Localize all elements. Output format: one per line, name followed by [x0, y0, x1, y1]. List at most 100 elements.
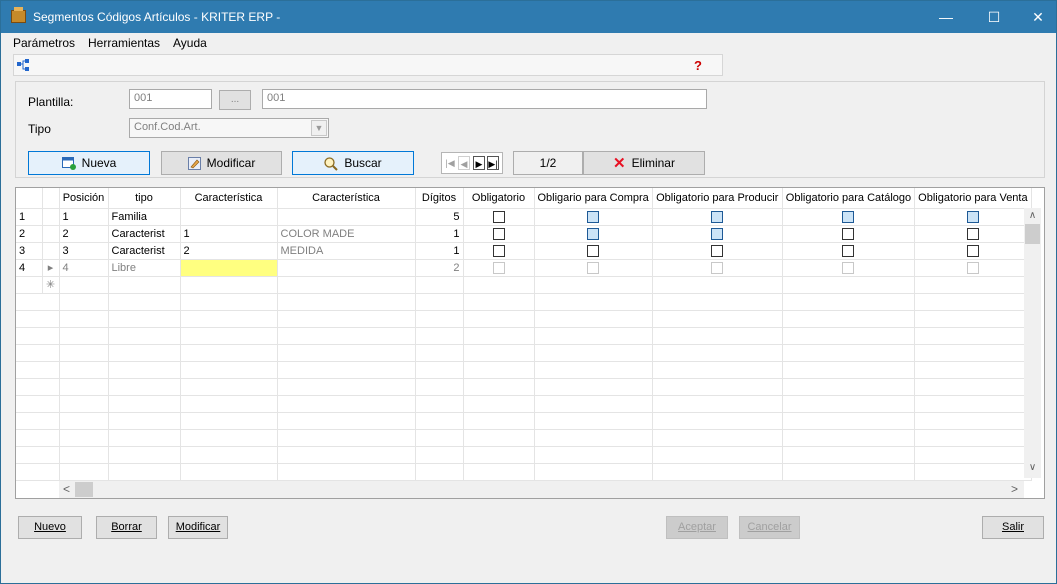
cell-caracteristica-desc[interactable]: MEDIDA: [277, 242, 416, 260]
horizontal-scroll-thumb[interactable]: [75, 482, 93, 497]
modificar-label: Modificar: [206, 156, 256, 170]
previous-record-icon[interactable]: ◀: [458, 156, 470, 170]
table-row[interactable]: 1 1 Familia 5: [16, 208, 1032, 226]
col-obligatorio-venta-header[interactable]: Obligatorio para Venta: [914, 188, 1032, 209]
cell-posicion[interactable]: 3: [59, 242, 109, 260]
col-digitos-header[interactable]: Dígitos: [415, 188, 464, 209]
obligatorio-compra-checkbox[interactable]: [587, 261, 600, 274]
row-marker: [42, 225, 60, 243]
close-button[interactable]: ✕: [1015, 1, 1057, 33]
col-tipo-header[interactable]: tipo: [108, 188, 181, 209]
cell-tipo[interactable]: Familia: [108, 208, 181, 226]
obligatorio-compra-checkbox[interactable]: [587, 244, 600, 257]
obligatorio-catalogo-checkbox[interactable]: [842, 261, 855, 274]
tipo-select-value: Conf.Cod.Art.: [134, 121, 201, 133]
salir-button[interactable]: Salir: [982, 516, 1044, 539]
maximize-button[interactable]: ☐: [971, 1, 1017, 33]
cell-tipo[interactable]: Caracterist: [108, 225, 181, 243]
col-caracteristica-desc-header[interactable]: Característica: [277, 188, 416, 209]
col-obligatorio-producir-header[interactable]: Obligatorio para Producir: [652, 188, 783, 209]
cell-caracteristica-code[interactable]: [180, 259, 278, 277]
obligatorio-venta-checkbox[interactable]: [966, 261, 979, 274]
cell-posicion[interactable]: 4: [59, 259, 109, 277]
obligatorio-compra-checkbox[interactable]: [587, 227, 600, 240]
cell-caracteristica-desc[interactable]: COLOR MADE: [277, 225, 416, 243]
cell-caracteristica-desc[interactable]: [277, 208, 416, 226]
menu-herramientas[interactable]: Herramientas: [88, 36, 160, 50]
table-row[interactable]: 3 3 Caracterist 2 MEDIDA 1: [16, 242, 1032, 260]
cell-digitos[interactable]: 1: [415, 225, 464, 243]
title-bar[interactable]: Segmentos Códigos Artículos - KRITER ERP…: [1, 1, 1056, 33]
col-obligatorio-compra-header[interactable]: Obligario para Compra: [534, 188, 653, 209]
obligatorio-checkbox[interactable]: [492, 227, 505, 240]
cell-tipo[interactable]: Caracterist: [108, 242, 181, 260]
chevron-down-icon[interactable]: ▼: [311, 120, 327, 136]
table-row[interactable]: 4 ▸ 4 Libre 2: [16, 259, 1032, 277]
salir-label: Salir: [1001, 521, 1024, 533]
obligatorio-producir-checkbox[interactable]: [711, 210, 724, 223]
cancelar-button[interactable]: Cancelar: [739, 516, 800, 539]
obligatorio-catalogo-checkbox[interactable]: [842, 227, 855, 240]
table-row[interactable]: 2 2 Caracterist 1 COLOR MADE 1: [16, 225, 1032, 243]
plantilla-description-field[interactable]: 001: [262, 89, 707, 109]
nuevo-button[interactable]: Nuevo: [18, 516, 82, 539]
cell-posicion[interactable]: 1: [59, 208, 109, 226]
plantilla-code-field[interactable]: 001: [129, 89, 212, 109]
col-caracteristica-code-header[interactable]: Característica: [180, 188, 278, 209]
scroll-down-icon[interactable]: ∨: [1024, 462, 1041, 473]
eliminar-button[interactable]: ✕ Eliminar: [583, 151, 705, 175]
cell-digitos[interactable]: 2: [415, 259, 464, 277]
cell-digitos[interactable]: 1: [415, 242, 464, 260]
minimize-button[interactable]: —: [923, 1, 969, 33]
borrar-button[interactable]: Borrar: [96, 516, 157, 539]
obligatorio-catalogo-checkbox[interactable]: [842, 244, 855, 257]
obligatorio-venta-checkbox[interactable]: [966, 210, 979, 223]
col-obligatorio-catalogo-header[interactable]: Obligatorio para Catálogo: [782, 188, 916, 209]
col-obligatorio-header[interactable]: Obligatorio: [463, 188, 535, 209]
obligatorio-producir-checkbox[interactable]: [711, 244, 724, 257]
cell-tipo[interactable]: Libre: [108, 259, 181, 277]
menu-parametros[interactable]: Parámetros: [13, 36, 75, 50]
cell-digitos[interactable]: 5: [415, 208, 464, 226]
row-index: 4: [16, 259, 43, 277]
help-icon[interactable]: ?: [694, 58, 702, 73]
obligatorio-venta-checkbox[interactable]: [966, 227, 979, 240]
row-index: 2: [16, 225, 43, 243]
vertical-scrollbar[interactable]: ∧ ∨: [1024, 208, 1041, 478]
col-posicion-header[interactable]: Posición: [59, 188, 109, 209]
tree-structure-icon[interactable]: [17, 59, 29, 71]
tipo-select[interactable]: Conf.Cod.Art. ▼: [129, 118, 329, 138]
obligatorio-catalogo-checkbox[interactable]: [842, 210, 855, 223]
menu-ayuda[interactable]: Ayuda: [173, 36, 207, 50]
obligatorio-producir-checkbox[interactable]: [711, 261, 724, 274]
scroll-left-icon[interactable]: <: [63, 482, 70, 496]
plantilla-browse-button[interactable]: ...: [219, 90, 251, 110]
scroll-up-icon[interactable]: ∧: [1024, 210, 1041, 221]
new-row-marker: ✳: [42, 276, 60, 294]
next-record-icon[interactable]: ▶: [473, 156, 485, 170]
last-record-icon[interactable]: ▶|: [487, 156, 499, 170]
edit-pencil-icon: [187, 157, 201, 171]
aceptar-button[interactable]: Aceptar: [666, 516, 728, 539]
obligatorio-producir-checkbox[interactable]: [711, 227, 724, 240]
obligatorio-checkbox[interactable]: [492, 244, 505, 257]
cell-posicion[interactable]: 2: [59, 225, 109, 243]
new-row[interactable]: ✳: [16, 276, 1032, 294]
obligatorio-venta-checkbox[interactable]: [966, 244, 979, 257]
scroll-right-icon[interactable]: >: [1011, 482, 1018, 496]
horizontal-scrollbar[interactable]: < >: [59, 481, 1024, 498]
first-record-icon[interactable]: |◀: [444, 156, 456, 170]
cell-caracteristica-code[interactable]: 2: [180, 242, 278, 260]
segments-grid[interactable]: Posición tipo Característica Característ…: [15, 187, 1045, 499]
modificar-button[interactable]: Modificar: [161, 151, 282, 175]
cell-caracteristica-code[interactable]: 1: [180, 225, 278, 243]
obligatorio-checkbox[interactable]: [492, 210, 505, 223]
obligatorio-compra-checkbox[interactable]: [587, 210, 600, 223]
modificar-bottom-button[interactable]: Modificar: [168, 516, 228, 539]
cell-caracteristica-code[interactable]: [180, 208, 278, 226]
vertical-scroll-thumb[interactable]: [1025, 224, 1040, 244]
nueva-button[interactable]: Nueva: [28, 151, 150, 175]
buscar-button[interactable]: Buscar: [292, 151, 414, 175]
obligatorio-checkbox[interactable]: [492, 261, 505, 274]
cell-caracteristica-desc[interactable]: [277, 259, 416, 277]
